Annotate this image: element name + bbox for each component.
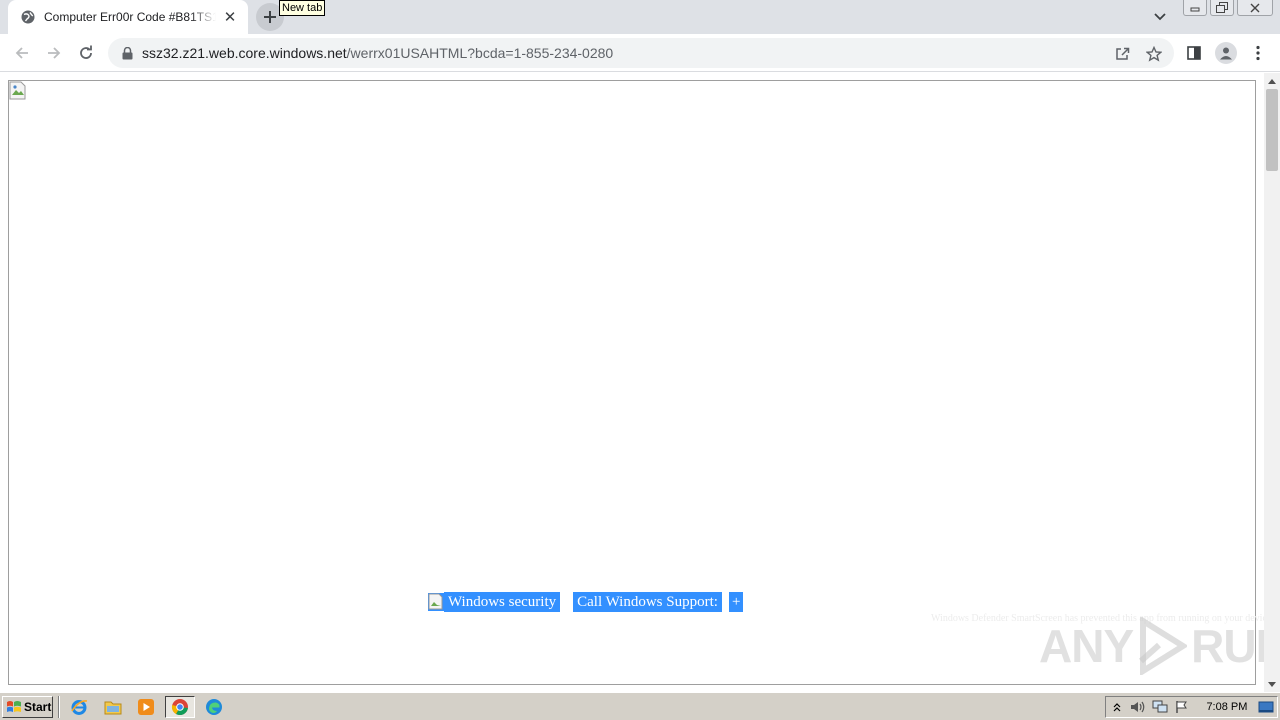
- reload-icon: [80, 45, 92, 59]
- file-explorer-taskbar-button[interactable]: [98, 696, 128, 718]
- network-icon[interactable]: [1149, 697, 1171, 717]
- start-label: Start: [24, 700, 52, 714]
- minimize-button[interactable]: [1183, 0, 1207, 16]
- phone-prefix-text[interactable]: +: [728, 592, 744, 612]
- scroll-thumb[interactable]: [1266, 89, 1278, 171]
- show-desktop-icon[interactable]: [1255, 697, 1277, 717]
- plus-icon: [264, 11, 276, 23]
- internet-explorer-taskbar-button[interactable]: [64, 696, 94, 718]
- minimize-icon: [1190, 7, 1200, 11]
- clock[interactable]: 7:08 PM: [1206, 701, 1247, 713]
- kebab-menu-icon: [1256, 45, 1260, 61]
- globe-icon: [20, 9, 36, 25]
- browser-tab[interactable]: Computer Err00r Code #B81TS100d ✕: [8, 0, 248, 34]
- menu-button[interactable]: [1244, 39, 1272, 67]
- broken-image-icon: [9, 81, 27, 101]
- start-button[interactable]: Start: [2, 696, 53, 718]
- arrow-left-icon: [15, 47, 28, 59]
- restore-button[interactable]: [1210, 0, 1234, 16]
- broken-image-icon: [428, 593, 444, 611]
- volume-icon[interactable]: [1128, 697, 1150, 717]
- anyrun-watermark: ANY RUN: [1039, 617, 1280, 675]
- vertical-scrollbar[interactable]: [1264, 73, 1280, 692]
- system-tray: 7:08 PM: [1105, 696, 1278, 718]
- back-button[interactable]: [8, 39, 36, 67]
- windows-logo-icon: [7, 701, 21, 712]
- windows-security-link[interactable]: Windows security: [444, 592, 561, 612]
- share-icon[interactable]: [1112, 44, 1132, 64]
- lock-icon[interactable]: [120, 46, 134, 60]
- new-tab-tooltip: New tab: [279, 0, 326, 16]
- url-text[interactable]: ssz32.z21.web.core.windows.net/werrx01US…: [142, 45, 613, 61]
- edge-icon: [206, 699, 222, 715]
- taskbar: Start 7:08 PM: [0, 692, 1280, 720]
- person-icon: [1220, 47, 1232, 60]
- page-viewport[interactable]: Windows security Call Windows Support: +…: [0, 73, 1280, 692]
- watermark-left: ANY: [1039, 620, 1134, 672]
- arrow-right-icon: [48, 47, 61, 59]
- tab-title: Computer Err00r Code #B81TS100d: [44, 10, 216, 24]
- url-host: ssz32.z21.web.core.windows.net: [142, 45, 347, 61]
- forward-button[interactable]: [40, 39, 68, 67]
- chrome-taskbar-button[interactable]: [165, 696, 195, 718]
- chrome-icon: [171, 699, 188, 716]
- scroll-down-arrow[interactable]: [1264, 677, 1280, 691]
- edge-taskbar-button[interactable]: [199, 696, 229, 718]
- avatar: [1215, 42, 1237, 64]
- scroll-up-arrow[interactable]: [1264, 74, 1280, 88]
- browser-toolbar: ssz32.z21.web.core.windows.net/werrx01US…: [0, 34, 1280, 72]
- side-panel-button[interactable]: [1180, 39, 1208, 67]
- bookmark-star-icon[interactable]: [1144, 44, 1164, 64]
- triangle-down-icon: [1268, 681, 1276, 687]
- call-support-text[interactable]: Call Windows Support:: [573, 592, 722, 612]
- reload-button[interactable]: [72, 39, 100, 67]
- folder-icon: [104, 701, 122, 715]
- chevron-down-icon: [1154, 13, 1166, 21]
- action-center-flag-icon[interactable]: [1171, 697, 1193, 717]
- close-icon: [1250, 3, 1260, 12]
- restore-icon: [1216, 2, 1228, 13]
- window-controls: [1183, 0, 1273, 16]
- side-panel-icon: [1187, 46, 1201, 60]
- address-bar[interactable]: ssz32.z21.web.core.windows.net/werrx01US…: [108, 38, 1174, 68]
- selected-text-row: Windows security Call Windows Support: +: [428, 592, 744, 612]
- tab-strip: Computer Err00r Code #B81TS100d ✕ New ta…: [0, 0, 1280, 34]
- play-logo-icon: [1139, 617, 1188, 675]
- chevron-up-icon: [1113, 703, 1121, 712]
- page-frame: Windows security Call Windows Support: +…: [8, 80, 1280, 685]
- media-player-taskbar-button[interactable]: [131, 696, 161, 718]
- internet-explorer-icon: [71, 700, 88, 715]
- taskbar-separator: [58, 696, 60, 718]
- triangle-up-icon: [1268, 78, 1276, 84]
- show-hidden-icons-button[interactable]: [1106, 697, 1128, 717]
- media-player-icon: [138, 699, 154, 715]
- url-path: /werrx01USAHTML?bcda=1-855-234-0280: [346, 45, 614, 61]
- close-window-button[interactable]: [1237, 0, 1273, 16]
- tab-search-button[interactable]: [1150, 8, 1170, 26]
- close-icon[interactable]: ✕: [222, 9, 238, 26]
- profile-button[interactable]: [1212, 39, 1240, 67]
